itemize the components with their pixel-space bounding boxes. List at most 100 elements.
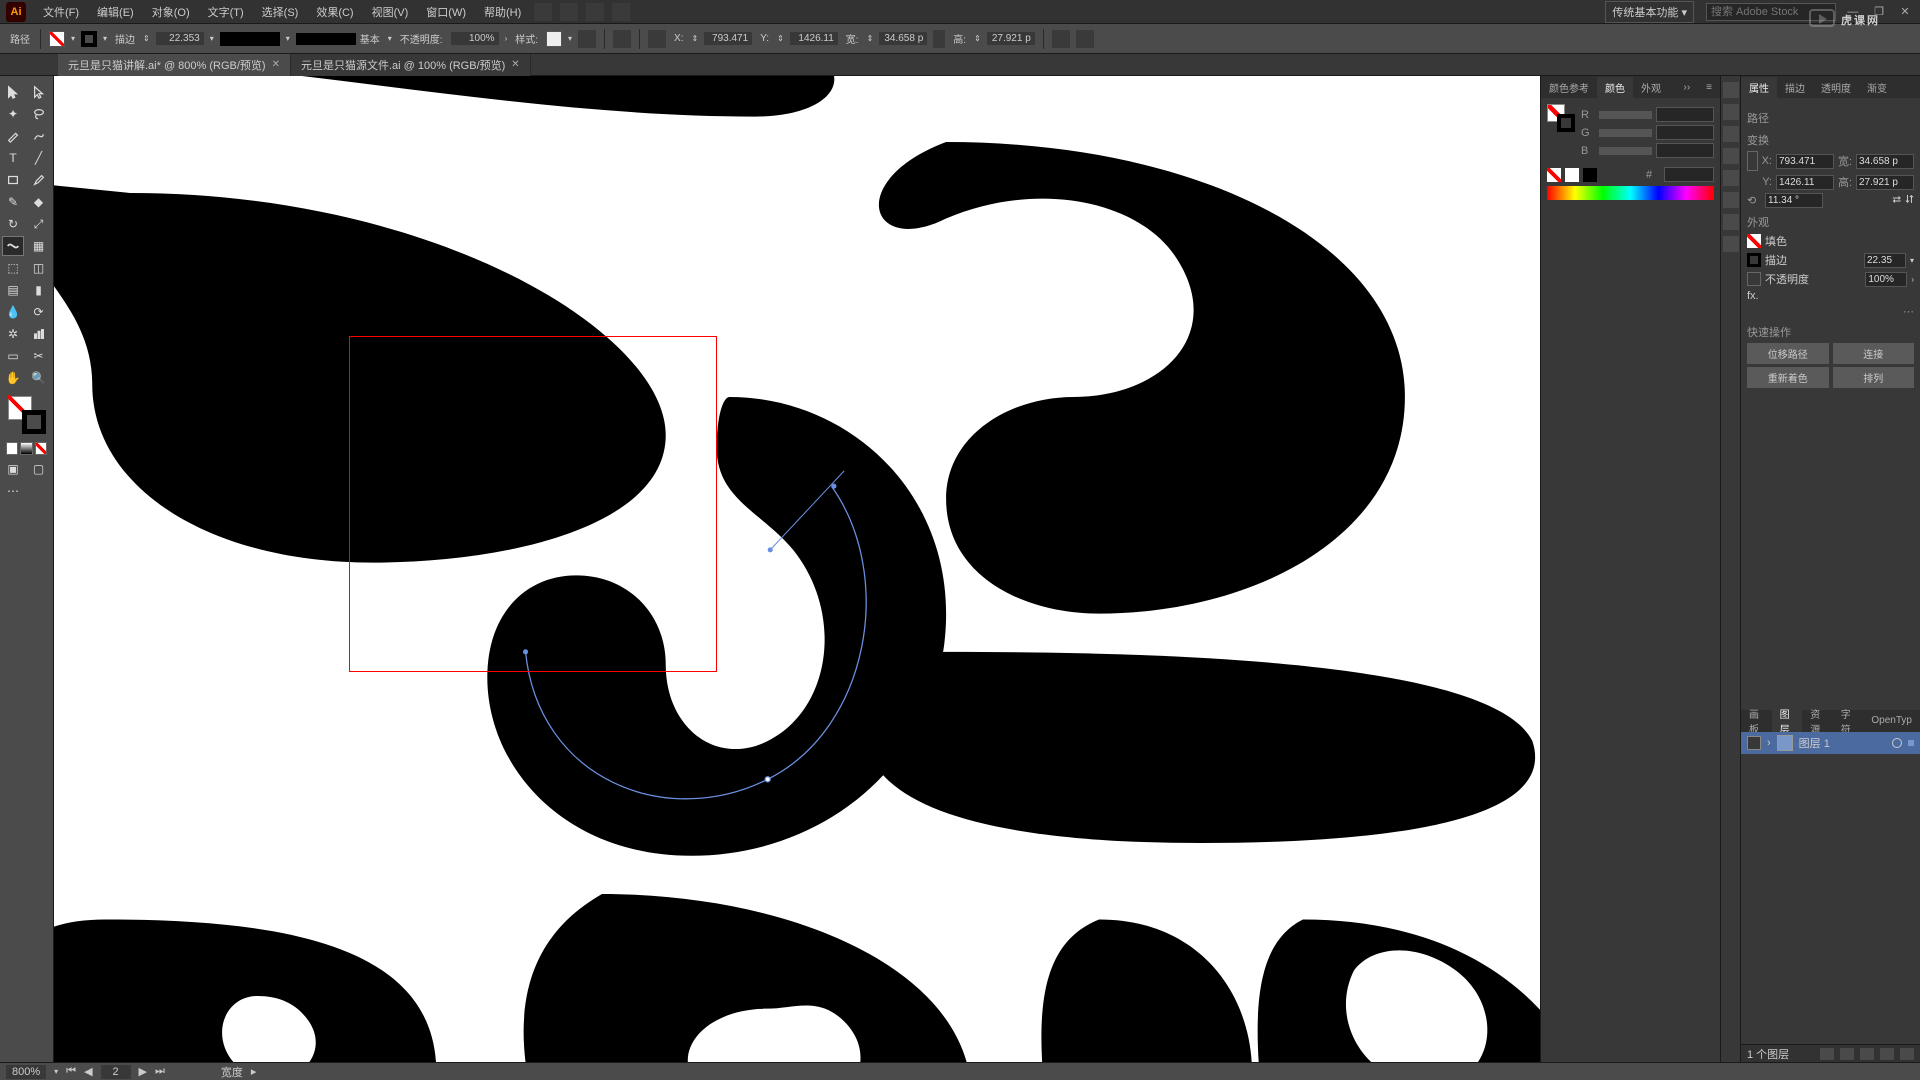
fx-label[interactable]: fx.: [1747, 290, 1759, 302]
opacity-value[interactable]: 100%: [451, 32, 499, 45]
window-restore-icon[interactable]: ❐: [1870, 5, 1888, 19]
delete-layer-icon[interactable]: [1900, 1048, 1914, 1060]
selection-tool[interactable]: [2, 82, 24, 102]
menu-file[interactable]: 文件(F): [36, 2, 86, 22]
prop-w[interactable]: [1856, 154, 1914, 169]
canvas-area[interactable]: [54, 76, 1540, 1062]
transform-icon[interactable]: [648, 30, 666, 48]
tab-color-guide[interactable]: 颜色参考: [1541, 77, 1597, 98]
color-mode-gradient[interactable]: [20, 442, 32, 455]
flip-h-icon[interactable]: ⮂: [1892, 194, 1901, 207]
first-artboard-icon[interactable]: ⏮: [66, 1065, 76, 1078]
shaper-tool[interactable]: ✎: [2, 192, 24, 212]
column-graph-tool[interactable]: [28, 324, 50, 344]
prop-x[interactable]: [1776, 154, 1834, 169]
more-options-icon[interactable]: ⋯: [1747, 305, 1914, 318]
artboard[interactable]: [54, 76, 1540, 1062]
prop-stroke-swatch[interactable]: [1747, 253, 1761, 267]
dock-icon-4[interactable]: [1723, 148, 1739, 164]
window-close-icon[interactable]: ✕: [1896, 5, 1914, 19]
reference-point-icon[interactable]: [1747, 151, 1758, 171]
hex-value[interactable]: [1664, 167, 1714, 182]
direct-selection-tool[interactable]: [28, 82, 50, 102]
lasso-tool[interactable]: [28, 104, 50, 124]
blend-tool[interactable]: ⟳: [28, 302, 50, 322]
menu-view[interactable]: 视图(V): [365, 2, 416, 22]
g-slider[interactable]: [1599, 129, 1652, 137]
variable-width-profile[interactable]: [296, 33, 356, 45]
menubar-icon-1[interactable]: [534, 3, 552, 21]
color-mode-none[interactable]: [35, 442, 47, 455]
layer-name[interactable]: 图层 1: [1799, 735, 1830, 751]
menu-edit[interactable]: 编辑(E): [90, 2, 141, 22]
curvature-tool[interactable]: [28, 126, 50, 146]
r-value[interactable]: [1656, 107, 1714, 122]
dock-icon-3[interactable]: [1723, 126, 1739, 142]
brush-definition[interactable]: [220, 32, 280, 46]
type-tool[interactable]: T: [2, 148, 24, 168]
expand-icon[interactable]: ›: [1767, 737, 1771, 749]
magic-wand-tool[interactable]: ✦: [2, 104, 24, 124]
w-value[interactable]: 34.658 p: [879, 32, 927, 45]
panel-stroke-swatch[interactable]: [1557, 114, 1575, 132]
dock-icon-7[interactable]: [1723, 214, 1739, 230]
menu-effect[interactable]: 效果(C): [309, 2, 360, 22]
btn-recolor[interactable]: 重新着色: [1747, 367, 1829, 388]
target-icon[interactable]: [1892, 738, 1902, 748]
fill-stroke-indicator[interactable]: [2, 394, 51, 438]
gradient-tool[interactable]: ▮: [28, 280, 50, 300]
prop-stroke-weight[interactable]: [1864, 253, 1906, 268]
menu-window[interactable]: 窗口(W): [419, 2, 473, 22]
prop-h[interactable]: [1856, 175, 1914, 190]
b-slider[interactable]: [1599, 147, 1652, 155]
isolate-icon[interactable]: [1052, 30, 1070, 48]
graphic-style-swatch[interactable]: [546, 31, 562, 47]
last-artboard-icon[interactable]: ⏭: [155, 1065, 165, 1078]
flip-v-icon[interactable]: ⮃: [1905, 194, 1914, 207]
prop-opacity[interactable]: [1865, 272, 1907, 287]
tab-stroke[interactable]: 描边: [1777, 77, 1813, 98]
stroke-box[interactable]: [22, 410, 46, 434]
adobe-stock-search[interactable]: [1706, 3, 1836, 21]
workspace-dropdown[interactable]: 传统基本功能 ▾: [1605, 1, 1694, 23]
visibility-icon[interactable]: [1747, 736, 1761, 750]
make-clip-icon[interactable]: [1840, 1048, 1854, 1060]
fill-swatch[interactable]: [49, 31, 65, 47]
color-mode-solid[interactable]: [6, 442, 18, 455]
black-swatch[interactable]: [1583, 168, 1597, 182]
shape-builder-tool[interactable]: ⬚: [2, 258, 24, 278]
menubar-icon-2[interactable]: [560, 3, 578, 21]
screen-mode-full[interactable]: ▢: [28, 459, 50, 479]
prev-artboard-icon[interactable]: ◀: [84, 1065, 92, 1078]
color-spectrum[interactable]: [1547, 186, 1714, 200]
close-icon[interactable]: ✕: [511, 59, 519, 70]
menubar-arrange-icon[interactable]: [586, 3, 604, 21]
b-value[interactable]: [1656, 143, 1714, 158]
btn-join[interactable]: 连接: [1833, 343, 1915, 364]
next-artboard-icon[interactable]: ▶: [139, 1065, 147, 1078]
layer-row[interactable]: › 图层 1: [1741, 732, 1920, 754]
btn-offset-path[interactable]: 位移路径: [1747, 343, 1829, 364]
tab-color[interactable]: 颜色: [1597, 77, 1633, 98]
y-value[interactable]: 1426.11: [790, 32, 838, 45]
x-value[interactable]: 793.471: [704, 32, 752, 45]
symbol-sprayer-tool[interactable]: ✲: [2, 324, 24, 344]
status-dropdown-icon[interactable]: ▸: [251, 1065, 257, 1078]
screen-mode-normal[interactable]: ▣: [2, 459, 24, 479]
width-tool[interactable]: [2, 236, 24, 256]
g-value[interactable]: [1656, 125, 1714, 140]
menu-help[interactable]: 帮助(H): [477, 2, 528, 22]
new-layer-icon[interactable]: [1880, 1048, 1894, 1060]
tab-gradient[interactable]: 渐变: [1859, 77, 1895, 98]
window-minimize-icon[interactable]: —: [1844, 5, 1862, 19]
prop-fill-swatch[interactable]: [1747, 234, 1761, 248]
stroke-swatch[interactable]: [81, 31, 97, 47]
document-tab-active[interactable]: 元旦是只猫讲解.ai* @ 800% (RGB/预览) ✕: [58, 54, 291, 76]
artboard-number[interactable]: 2: [101, 1065, 131, 1079]
stroke-weight-value[interactable]: 22.353: [156, 32, 204, 45]
none-swatch[interactable]: [1547, 168, 1561, 182]
edit-toolbar[interactable]: ⋯: [2, 481, 24, 501]
zoom-level[interactable]: 800%: [6, 1065, 46, 1079]
close-icon[interactable]: ✕: [272, 59, 280, 70]
panel-collapse-icon[interactable]: ››: [1675, 79, 1698, 96]
